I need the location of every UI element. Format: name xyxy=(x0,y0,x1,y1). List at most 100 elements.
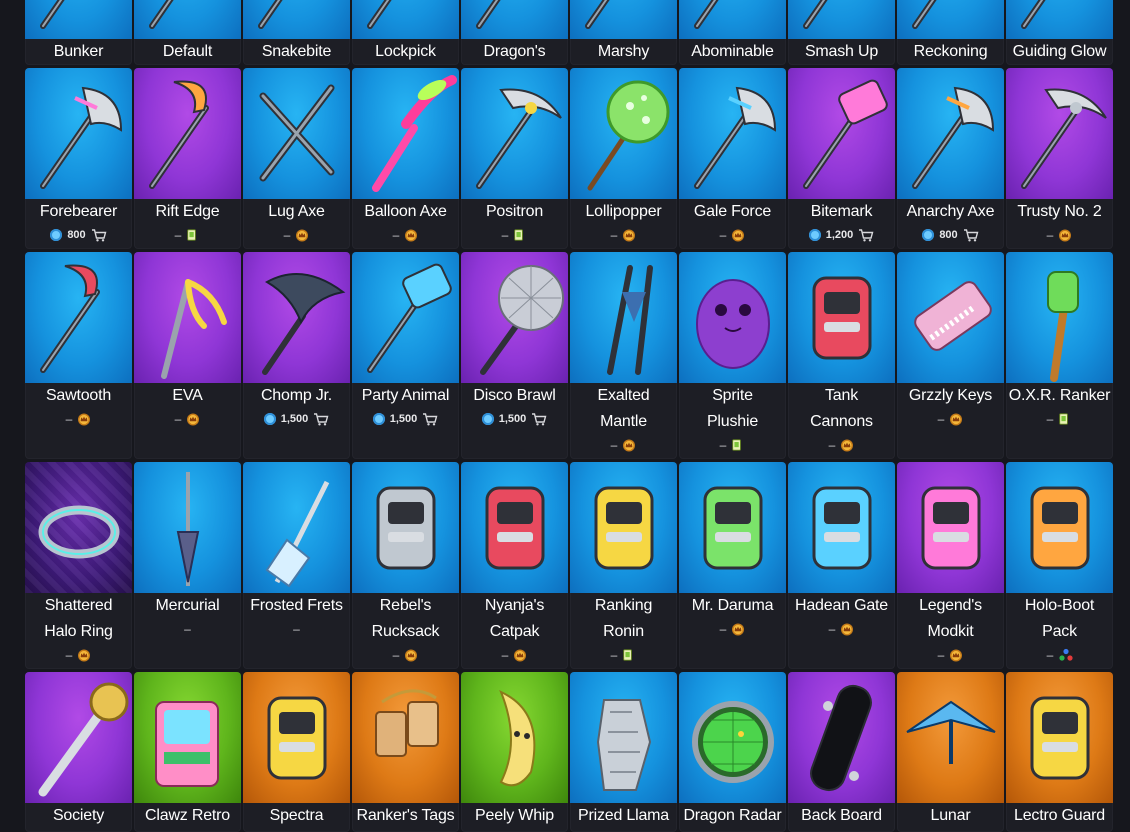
item-meta: – xyxy=(352,646,459,664)
item-name: Lunar xyxy=(930,807,971,824)
item-price: 1,500 xyxy=(498,413,527,425)
item-card-marshy-smasher[interactable]: MarshySmasher– xyxy=(570,0,677,65)
cart-icon[interactable] xyxy=(531,412,547,426)
item-card-shattered-halo-ring[interactable]: Shattered Halo Ring – xyxy=(25,462,132,669)
item-card-dragon-radar[interactable]: Dragon Radar– xyxy=(679,672,786,832)
item-card-bunker-basher[interactable]: BunkerBasher– xyxy=(25,0,132,65)
item-image xyxy=(25,462,132,593)
item-meta: – xyxy=(134,410,241,428)
item-card-lockpick[interactable]: Lockpick– xyxy=(352,0,459,65)
item-card-eva[interactable]: EVA – xyxy=(134,252,241,459)
item-art xyxy=(267,696,327,780)
item-name: Spectra xyxy=(269,807,324,824)
item-card-bitemark[interactable]: Bitemark 1,200 xyxy=(788,68,895,249)
item-image xyxy=(352,672,459,803)
cart-icon[interactable] xyxy=(858,228,874,242)
item-image xyxy=(243,672,350,803)
cart-icon[interactable] xyxy=(963,228,979,242)
item-meta: – xyxy=(243,620,350,638)
item-card-hadean-gate[interactable]: Hadean Gate – xyxy=(788,462,895,669)
item-art xyxy=(376,486,436,570)
item-meta: – xyxy=(570,226,677,244)
item-card-spectra[interactable]: Spectra– xyxy=(243,672,350,832)
item-image xyxy=(788,252,895,383)
item-card-lunar[interactable]: Lunar– xyxy=(897,672,1004,832)
item-card-rebel-s-rucksack[interactable]: Rebel's Rucksack – xyxy=(352,462,459,669)
item-card-tank-cannons[interactable]: Tank Cannons – xyxy=(788,252,895,459)
item-card-holo-boot-pack[interactable]: Holo-Boot Pack – xyxy=(1006,462,1113,669)
item-name: Prized Llama xyxy=(578,807,669,824)
item-name: Holo-Boot xyxy=(1024,597,1095,614)
item-card-grzzly-keys[interactable]: Grzzly Keys – xyxy=(897,252,1004,459)
item-meta: – xyxy=(679,436,786,454)
item-card-snakebite[interactable]: Snakebite– xyxy=(243,0,350,65)
item-card-lug-axe[interactable]: Lug Axe – xyxy=(243,68,350,249)
item-price: 800 xyxy=(939,229,958,241)
item-card-society[interactable]: Society– xyxy=(25,672,132,832)
item-card-ranker-s-tags[interactable]: Ranker's Tags– xyxy=(352,672,459,832)
item-image xyxy=(243,68,350,199)
item-name: Default xyxy=(162,43,213,60)
item-card-sprite-plushie[interactable]: Sprite Plushie – xyxy=(679,252,786,459)
item-meta: – xyxy=(461,646,568,664)
item-card-party-animal[interactable]: Party Animal 1,500 xyxy=(352,252,459,459)
item-card-balloon-axe[interactable]: Balloon Axe – xyxy=(352,68,459,249)
item-card-peely-whip[interactable]: Peely Whip– xyxy=(461,672,568,832)
item-image xyxy=(25,672,132,803)
item-card-lollipopper[interactable]: Lollipopper – xyxy=(570,68,677,249)
item-card-forebearer[interactable]: Forebearer 800 xyxy=(25,68,132,249)
item-card-chomp-jr[interactable]: Chomp Jr. 1,500 xyxy=(243,252,350,459)
price-dash: – xyxy=(293,622,300,636)
item-card-o-x-r-ranker[interactable]: O.X.R. Ranker – xyxy=(1006,252,1113,459)
item-art xyxy=(803,79,888,189)
item-card-ranking-ronin[interactable]: Ranking Ronin – xyxy=(570,462,677,669)
item-meta: – xyxy=(1006,410,1113,428)
item-card-legend-s-modkit[interactable]: Legend's Modkit – xyxy=(897,462,1004,669)
item-card-clawz-retro[interactable]: Clawz Retro– xyxy=(134,672,241,832)
item-art xyxy=(587,80,670,191)
item-card-positron[interactable]: Positron – xyxy=(461,68,568,249)
item-card-rift-edge[interactable]: Rift Edge – xyxy=(134,68,241,249)
item-card-mr-daruma[interactable]: Mr. Daruma – xyxy=(679,462,786,669)
item-name: Guiding Glow xyxy=(1012,43,1107,60)
item-meta: 1,500 xyxy=(243,410,350,428)
item-art xyxy=(40,0,65,29)
item-card-exalted-mantle[interactable]: Exalted Mantle – xyxy=(570,252,677,459)
item-card-abominable-axe[interactable]: AbominableAxe– xyxy=(679,0,786,65)
item-card-gale-force[interactable]: Gale Force – xyxy=(679,68,786,249)
item-image xyxy=(679,68,786,199)
item-image xyxy=(897,462,1004,593)
item-name: Mr. Daruma xyxy=(691,597,774,614)
item-meta: – xyxy=(25,410,132,428)
item-image xyxy=(788,672,895,803)
item-card-lectro-guard[interactable]: Lectro Guard– xyxy=(1006,672,1113,832)
item-card-guiding-glow[interactable]: Guiding Glow– xyxy=(1006,0,1113,65)
item-card-reckoning[interactable]: Reckoning– xyxy=(897,0,1004,65)
item-art xyxy=(1030,486,1090,570)
item-art xyxy=(596,699,652,791)
crown-icon xyxy=(731,622,745,636)
cart-icon[interactable] xyxy=(422,412,438,426)
item-name: Trusty No. 2 xyxy=(1017,203,1102,220)
item-card-trusty-no-2[interactable]: Trusty No. 2 – xyxy=(1006,68,1113,249)
item-price: 1,500 xyxy=(389,413,418,425)
cart-icon[interactable] xyxy=(313,412,329,426)
item-card-default-pickaxe[interactable]: DefaultPickaxe– xyxy=(134,0,241,65)
item-image xyxy=(134,252,241,383)
item-art xyxy=(476,88,562,189)
item-name: Nyanja's xyxy=(484,597,545,614)
item-card-sawtooth[interactable]: Sawtooth – xyxy=(25,252,132,459)
item-card-mercurial[interactable]: Mercurial – xyxy=(134,462,241,669)
item-card-nyanja-s-catpak[interactable]: Nyanja's Catpak – xyxy=(461,462,568,669)
item-card-back-board[interactable]: Back Board– xyxy=(788,672,895,832)
item-card-anarchy-axe[interactable]: Anarchy Axe 800 xyxy=(897,68,1004,249)
item-card-prized-llama[interactable]: Prized Llama– xyxy=(570,672,677,832)
item-card-frosted-frets[interactable]: Frosted Frets – xyxy=(243,462,350,669)
cart-icon[interactable] xyxy=(91,228,107,242)
item-card-smash-up[interactable]: Smash Up– xyxy=(788,0,895,65)
item-meta: – xyxy=(679,226,786,244)
price-dash: – xyxy=(174,412,182,426)
item-card-dragon-s-claw[interactable]: Dragon'sClaw– xyxy=(461,0,568,65)
item-art xyxy=(149,80,209,189)
item-card-disco-brawl[interactable]: Disco Brawl 1,500 xyxy=(461,252,568,459)
